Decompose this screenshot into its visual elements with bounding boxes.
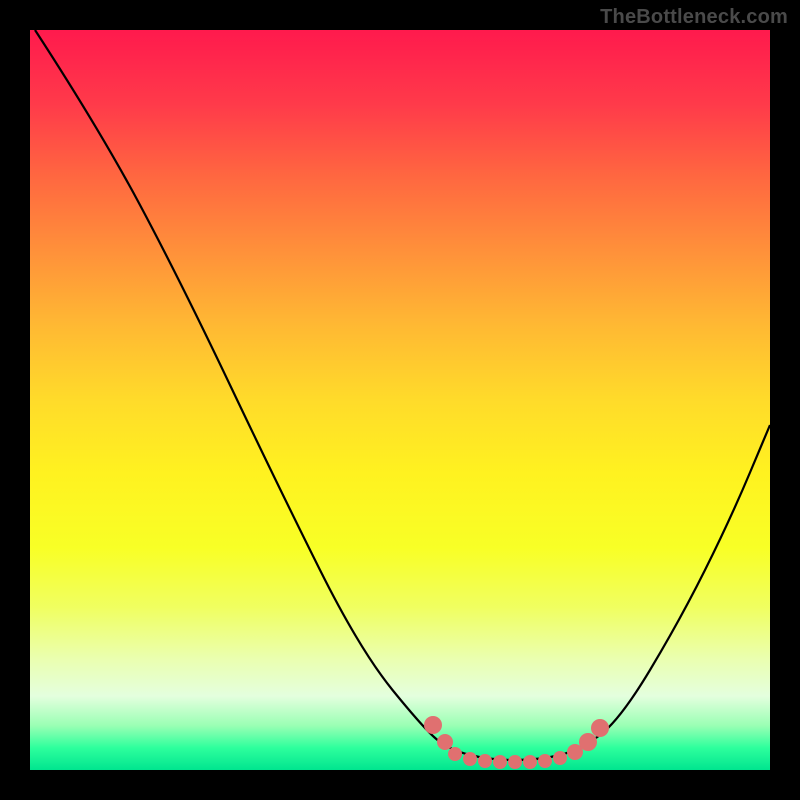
curve-marker (523, 755, 537, 769)
curve-marker (579, 733, 597, 751)
curve-marker (424, 716, 442, 734)
curve-marker (478, 754, 492, 768)
bottleneck-curve (35, 30, 770, 760)
curve-marker (463, 752, 477, 766)
curve-marker (437, 734, 453, 750)
curve-marker (553, 751, 567, 765)
curve-markers (424, 716, 609, 769)
curve-overlay (30, 30, 770, 770)
watermark-text: TheBottleneck.com (600, 6, 788, 29)
curve-marker (448, 747, 462, 761)
curve-marker (538, 754, 552, 768)
curve-marker (591, 719, 609, 737)
curve-marker (493, 755, 507, 769)
curve-marker (508, 755, 522, 769)
